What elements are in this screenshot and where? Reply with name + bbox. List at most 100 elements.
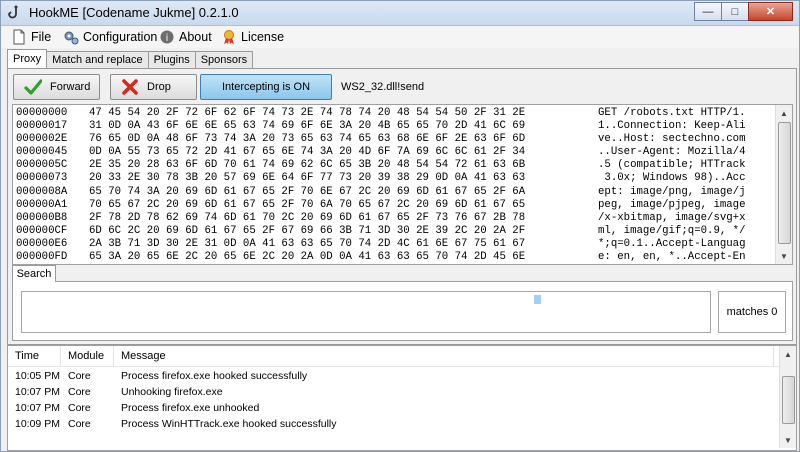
- hex-bytes: 2E 35 20 28 63 6F 6D 70 61 74 69 62 6C 6…: [89, 159, 526, 172]
- search-input[interactable]: [21, 291, 711, 333]
- gears-icon: [64, 31, 79, 45]
- log-row[interactable]: 10:07 PM Core Process firefox.exe unhook…: [8, 400, 778, 415]
- menu-license[interactable]: License: [221, 28, 284, 46]
- scroll-down-icon[interactable]: ▼: [776, 248, 792, 264]
- hex-ascii: 1..Connection: Keep-Ali: [598, 120, 746, 133]
- log-module: Core: [68, 385, 91, 398]
- log-module: Core: [68, 369, 91, 382]
- hex-rows: 00000000 47 45 54 20 2F 72 6F 62 6F 74 73…: [16, 107, 768, 264]
- hex-ascii: ept: image/png, image/j: [598, 185, 746, 198]
- hex-row[interactable]: 0000005C 2E 35 20 28 63 6F 6D 70 61 74 69…: [16, 159, 768, 172]
- matches-count: matches 0: [718, 291, 786, 333]
- log-time: 10:05 PM: [15, 369, 60, 382]
- log-module: Core: [68, 417, 91, 430]
- title-bar[interactable]: HookME [Codename Jukme] 0.2.1.0 — □ ✕: [1, 1, 799, 26]
- forward-button[interactable]: Forward: [13, 74, 100, 100]
- log-row[interactable]: 10:09 PM Core Process WinHTTrack.exe hoo…: [8, 416, 778, 431]
- hex-address: 000000CF: [16, 224, 68, 237]
- tab-plugins[interactable]: Plugins: [147, 51, 196, 68]
- log-module: Core: [68, 401, 91, 414]
- hex-ascii: /x-xbitmap, image/svg+x: [598, 211, 746, 224]
- hex-ascii: peg, image/pjpeg, image: [598, 198, 746, 211]
- hex-scrollbar[interactable]: ▲ ▼: [775, 105, 792, 264]
- log-header: Time Module Message: [8, 346, 778, 367]
- hex-address: 00000045: [16, 146, 68, 159]
- drop-button[interactable]: Drop: [110, 74, 197, 100]
- hex-address: 0000005C: [16, 159, 68, 172]
- minimize-button[interactable]: —: [694, 2, 722, 21]
- check-icon: [24, 79, 42, 95]
- hex-bytes: 2F 78 2D 78 62 69 74 6D 61 70 2C 20 69 6…: [89, 211, 526, 224]
- column-message[interactable]: Message: [114, 346, 774, 366]
- log-scroll-track: ▲ ▼: [780, 346, 796, 448]
- hex-address: 000000A1: [16, 198, 68, 211]
- scroll-thumb[interactable]: [778, 122, 791, 244]
- info-icon: i: [160, 30, 174, 44]
- log-row[interactable]: 10:07 PM Core Unhooking firefox.exe: [8, 384, 778, 399]
- forward-label: Forward: [50, 81, 91, 93]
- hex-address: 000000FD: [16, 251, 68, 264]
- search-panel: matches 0: [12, 281, 793, 341]
- hex-row[interactable]: 00000000 47 45 54 20 2F 72 6F 62 6F 74 73…: [16, 107, 768, 120]
- hex-ascii: GET /robots.txt HTTP/1.: [598, 107, 746, 119]
- hex-bytes: 65 70 74 3A 20 69 6D 61 67 65 2F 70 6E 6…: [89, 185, 526, 198]
- menu-file[interactable]: File: [11, 28, 51, 46]
- hex-row[interactable]: 00000073 20 33 2E 30 78 3B 20 57 69 6E 64…: [16, 172, 768, 185]
- scroll-thumb[interactable]: [782, 376, 795, 424]
- hex-address: 000000E6: [16, 237, 68, 250]
- menu-file-label: File: [31, 30, 52, 44]
- hex-row[interactable]: 000000CF 6D 6C 2C 20 69 6D 61 67 65 2F 67…: [16, 225, 768, 238]
- scroll-down-icon[interactable]: ▼: [780, 432, 796, 448]
- main-window: HookME [Codename Jukme] 0.2.1.0 — □ ✕ Fi…: [0, 0, 800, 452]
- log-scrollbar[interactable]: ▲ ▼: [779, 346, 796, 448]
- menu-bar: File Configuration i About License: [1, 26, 799, 48]
- hex-row[interactable]: 000000E6 2A 3B 71 3D 30 2E 31 0D 0A 41 63…: [16, 238, 768, 251]
- tab-search[interactable]: Search: [12, 265, 56, 282]
- svg-text:i: i: [166, 33, 169, 44]
- menu-configuration[interactable]: Configuration: [63, 28, 157, 46]
- close-button[interactable]: ✕: [748, 2, 793, 21]
- hex-row[interactable]: 000000FD 65 3A 20 65 6E 2C 20 65 6E 2C 20…: [16, 251, 768, 264]
- hex-row[interactable]: 000000B8 2F 78 2D 78 62 69 74 6D 61 70 2C…: [16, 212, 768, 225]
- hex-row[interactable]: 0000008A 65 70 74 3A 20 69 6D 61 67 65 2F…: [16, 186, 768, 199]
- target-function-label: WS2_32.dll!send: [341, 81, 425, 93]
- hex-row[interactable]: 00000045 0D 0A 55 73 65 72 2D 41 67 65 6E…: [16, 146, 768, 159]
- hex-ascii: ..User-Agent: Mozilla/4: [598, 146, 746, 159]
- hex-bytes: 31 0D 0A 43 6F 6E 6E 65 63 74 69 6F 6E 3…: [89, 120, 526, 133]
- scroll-up-icon[interactable]: ▲: [776, 105, 792, 121]
- hex-row[interactable]: 000000A1 70 65 67 2C 20 69 6D 61 67 65 2F…: [16, 199, 768, 212]
- window-title: HookME [Codename Jukme] 0.2.1.0: [29, 5, 239, 20]
- proxy-panel: Forward Drop Intercepting is ON WS2_32.d…: [7, 68, 797, 345]
- hex-row[interactable]: 0000002E 76 65 0D 0A 48 6F 73 74 3A 20 73…: [16, 133, 768, 146]
- hex-bytes: 2A 3B 71 3D 30 2E 31 0D 0A 41 63 63 65 7…: [89, 237, 526, 250]
- hex-row[interactable]: 00000017 31 0D 0A 43 6F 6E 6E 65 63 74 69…: [16, 120, 768, 133]
- main-tabs: Proxy Match and replace Plugins Sponsors: [7, 49, 254, 69]
- hex-editor[interactable]: 00000000 47 45 54 20 2F 72 6F 62 6F 74 73…: [12, 104, 793, 265]
- hex-ascii: ml, image/gif;q=0.9, */: [598, 224, 746, 237]
- log-message: Process firefox.exe hooked successfully: [121, 369, 308, 382]
- log-time: 10:07 PM: [15, 401, 60, 414]
- tab-proxy[interactable]: Proxy: [7, 49, 48, 68]
- menu-about[interactable]: i About: [159, 28, 212, 46]
- log-message: Process WinHTTrack.exe hooked successful…: [121, 417, 337, 430]
- column-module[interactable]: Module: [61, 346, 114, 366]
- hex-address: 00000073: [16, 172, 68, 185]
- hex-ascii: .5 (compatible; HTTrack: [598, 159, 746, 172]
- log-time: 10:09 PM: [15, 417, 60, 430]
- log-row[interactable]: 10:05 PM Core Process firefox.exe hooked…: [8, 368, 778, 383]
- hex-address: 00000017: [16, 120, 68, 133]
- menu-configuration-label: Configuration: [83, 30, 158, 44]
- tab-match-and-replace[interactable]: Match and replace: [46, 51, 149, 68]
- maximize-button[interactable]: □: [721, 2, 749, 21]
- hex-ascii: ve..Host: sectechno.com: [598, 133, 746, 146]
- hook-icon: [8, 5, 18, 19]
- menu-license-label: License: [241, 30, 285, 44]
- hex-ascii: 3.0x; Windows 98)..Acc: [598, 172, 746, 185]
- column-time[interactable]: Time: [8, 346, 61, 366]
- intercept-toggle-button[interactable]: Intercepting is ON: [200, 74, 332, 100]
- hex-bytes: 47 45 54 20 2F 72 6F 62 6F 74 73 2E 74 7…: [89, 107, 526, 119]
- menu-about-label: About: [179, 30, 212, 44]
- tab-sponsors[interactable]: Sponsors: [194, 51, 254, 68]
- log-message: Process firefox.exe unhooked: [121, 401, 260, 414]
- scroll-up-icon[interactable]: ▲: [780, 346, 796, 362]
